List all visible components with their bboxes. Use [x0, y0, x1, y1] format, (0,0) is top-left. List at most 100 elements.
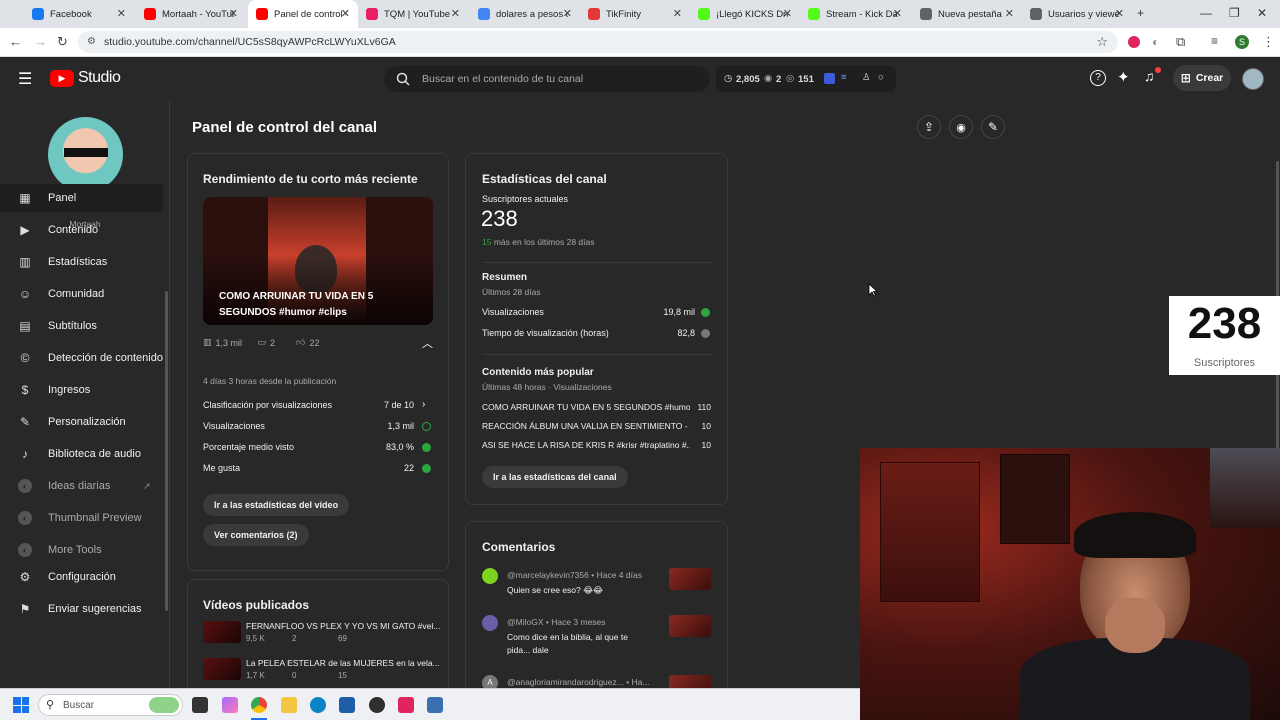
sidebar-item[interactable]: © Detección de contenido: [0, 344, 163, 372]
view-comments-button[interactable]: Ver comentarios (2): [203, 524, 309, 546]
tab-close-icon[interactable]: ✕: [1115, 7, 1124, 20]
video-thumbnail[interactable]: [203, 621, 241, 643]
sidebar-item[interactable]: $ Ingresos: [0, 376, 163, 404]
top-content-title[interactable]: REACCIÓN ÁLBUM UNA VALIJA EN SENTIMIENTO…: [482, 421, 690, 431]
hamburger-menu-icon[interactable]: ☰: [18, 69, 32, 89]
comment-author[interactable]: @MiloGX: [507, 617, 544, 627]
chrome-icon[interactable]: [251, 697, 267, 713]
tab-close-icon[interactable]: ✕: [229, 7, 238, 20]
reload-icon[interactable]: ↻: [57, 34, 68, 50]
tab-close-icon[interactable]: ✕: [563, 7, 572, 20]
channel-avatar[interactable]: [48, 117, 123, 192]
browser-tab[interactable]: Stream - Kick Dashboard✕: [800, 0, 910, 28]
browser-tab[interactable]: ¡Llegó KICKS Drop!✕: [690, 0, 800, 28]
comment-author[interactable]: @marcelaykevin7356: [507, 570, 589, 580]
sidebar-item[interactable]: ✎ Personalización: [0, 408, 163, 436]
tab-close-icon[interactable]: ✕: [783, 7, 792, 20]
new-tab-button[interactable]: +: [1137, 6, 1144, 20]
sidebar-item[interactable]: ▶ Contenido: [0, 216, 163, 244]
channel-search-input[interactable]: Buscar en el contenido de tu canal: [384, 66, 710, 92]
go-live-icon[interactable]: ◉: [949, 115, 973, 139]
audio-library-icon: ♪: [22, 447, 28, 461]
sidebar-item[interactable]: ▦ Panel: [0, 184, 163, 212]
browser-tab[interactable]: Facebook ✕: [24, 0, 134, 28]
sidebar-item[interactable]: ♪ Biblioteca de audio: [0, 440, 163, 468]
edge-icon[interactable]: [310, 697, 326, 713]
tab-close-icon[interactable]: ✕: [893, 7, 902, 20]
video-title[interactable]: FERNANFLOO VS PLEX Y YO VS MI GATO #vel.…: [246, 621, 440, 631]
taskbar-search-input[interactable]: ⚲ Buscar: [38, 694, 183, 716]
browser-tab[interactable]: TikFinity ✕: [580, 0, 690, 28]
tab-close-icon[interactable]: ✕: [117, 7, 126, 20]
video-thumbnail[interactable]: [203, 658, 241, 680]
latest-short-metrics: ▥ 1,3 mil ▭ 2 👍︎ 22: [203, 337, 319, 348]
extension-opera-icon[interactable]: [1128, 36, 1140, 48]
create-label: Crear: [1195, 72, 1224, 84]
sidebar-item[interactable]: ◐ Ideas diarias ↗: [0, 472, 163, 500]
browser-tab[interactable]: Nueva pestaña ✕: [912, 0, 1022, 28]
browser-tab[interactable]: Mortaah - YouTube✕: [136, 0, 246, 28]
sidebar-scrollbar[interactable]: [165, 291, 168, 611]
create-button[interactable]: ⊞ Crear: [1173, 65, 1231, 91]
extensions-puzzle-icon[interactable]: ⧉: [1176, 34, 1185, 50]
store-icon[interactable]: [339, 697, 355, 713]
extension-stats-pill[interactable]: ◷ 2,805 ◉ 2 ◎ 151 ≡ ♙ ○: [716, 66, 896, 92]
comment-video-thumbnail[interactable]: [669, 615, 711, 637]
site-info-icon[interactable]: ⚙: [87, 36, 96, 47]
extension-icon[interactable]: ◐: [1152, 35, 1159, 49]
studio-logo[interactable]: ▶ Studio: [50, 69, 121, 87]
sidebar-item[interactable]: ▥ Estadísticas: [0, 248, 163, 276]
task-view-icon[interactable]: [192, 697, 208, 713]
bookmark-star-icon[interactable]: ☆: [1096, 34, 1108, 50]
tiktok-studio-icon[interactable]: [398, 697, 414, 713]
comment-avatar[interactable]: [482, 568, 498, 584]
taskbar-search-placeholder: Buscar: [63, 700, 95, 711]
url-field[interactable]: ⚙ studio.youtube.com/channel/UC5sS8qyAWP…: [78, 31, 1118, 53]
media-control-icon[interactable]: ≡: [1211, 34, 1218, 48]
account-avatar[interactable]: [1242, 68, 1264, 90]
profile-avatar[interactable]: S: [1235, 35, 1249, 49]
chevron-right-icon[interactable]: ›: [422, 399, 425, 410]
copilot-icon[interactable]: [222, 697, 238, 713]
sidebar-item[interactable]: ▤ Subtítulos: [0, 312, 163, 340]
tab-close-icon[interactable]: ✕: [341, 7, 350, 20]
tab-close-icon[interactable]: ✕: [1005, 7, 1014, 20]
sidebar-item[interactable]: ⚙ Configuración: [0, 563, 163, 591]
tab-close-icon[interactable]: ✕: [673, 7, 682, 20]
sidebar-item[interactable]: ⚑ Enviar sugerencias: [0, 595, 163, 623]
sparkle-icon[interactable]: ✦: [1117, 68, 1130, 86]
obs-icon[interactable]: [369, 697, 385, 713]
back-icon[interactable]: ←: [9, 34, 22, 49]
sidebar-item[interactable]: ◐ More Tools: [0, 536, 163, 564]
browser-tab[interactable]: Usuarios y viewers ✕: [1022, 0, 1132, 28]
notifications-bell-icon[interactable]: ♫: [1144, 68, 1155, 84]
close-window-icon[interactable]: ✕: [1257, 6, 1267, 20]
browser-menu-icon[interactable]: ⋮: [1262, 34, 1275, 50]
collapse-chevron-icon[interactable]: ︿: [422, 335, 433, 351]
upload-icon[interactable]: ⇪: [917, 115, 941, 139]
metric-label: Visualizaciones: [203, 421, 265, 431]
comment-video-thumbnail[interactable]: [669, 568, 711, 590]
create-post-icon[interactable]: ✎: [981, 115, 1005, 139]
video-stats-button[interactable]: Ir a las estadísticas del vídeo: [203, 494, 350, 516]
browser-tab[interactable]: dolares a pesos colombianos✕: [470, 0, 580, 28]
calculator-icon[interactable]: [427, 697, 443, 713]
forward-icon[interactable]: →: [34, 34, 47, 49]
browser-tab[interactable]: TQM | YouTube ✕: [358, 0, 468, 28]
sidebar-item[interactable]: ◐ Thumbnail Preview: [0, 504, 163, 532]
tab-close-icon[interactable]: ✕: [451, 7, 460, 20]
comment-author[interactable]: @anagloriamirandarodriguez...: [507, 677, 624, 687]
latest-short-thumbnail[interactable]: COMO ARRUINAR TU VIDA EN 5 SEGUNDOS #hum…: [203, 197, 433, 325]
file-explorer-icon[interactable]: [281, 697, 297, 713]
comment-avatar[interactable]: [482, 615, 498, 631]
sidebar-item[interactable]: ☺ Comunidad: [0, 280, 163, 308]
video-title[interactable]: La PELEA ESTELAR de las MUJERES en la ve…: [246, 658, 440, 668]
maximize-icon[interactable]: ❐: [1229, 6, 1240, 20]
help-icon[interactable]: ?: [1090, 70, 1106, 86]
top-content-title[interactable]: COMO ARRUINAR TU VIDA EN 5 SEGUNDOS #hum…: [482, 402, 690, 412]
windows-start-icon[interactable]: [13, 697, 29, 713]
top-content-title[interactable]: ASI SE HACE LA RISA DE KRIS R #krisr #tr…: [482, 440, 690, 450]
browser-tab-active[interactable]: Panel de control del canal✕: [248, 0, 358, 28]
minimize-icon[interactable]: —: [1200, 6, 1212, 20]
channel-analytics-button[interactable]: Ir a las estadísticas del canal: [482, 466, 628, 488]
